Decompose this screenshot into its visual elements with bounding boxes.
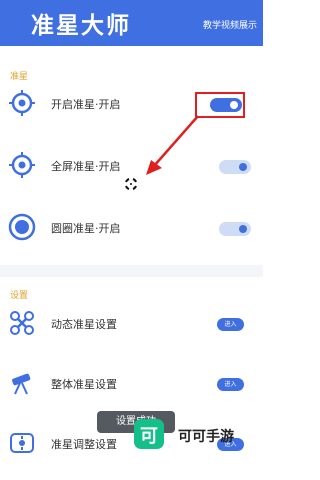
fullscreen-crosshair-toggle[interactable] [219, 160, 251, 174]
row-label: 开启准星·开启 [51, 98, 121, 111]
enter-button-dynamic[interactable]: 进入 [217, 318, 244, 331]
tutorial-video-link[interactable]: 教学视频展示 [203, 18, 257, 31]
watermark-logo-char: 可 [140, 426, 158, 447]
toggle-knob [239, 225, 247, 233]
row-label: 全屏准星·开启 [51, 160, 121, 173]
drone-icon [10, 311, 34, 335]
telescope-icon [12, 373, 31, 395]
target-icon [9, 152, 35, 178]
row-label: 圆圈准星·开启 [51, 222, 121, 235]
circle-target-icon [8, 213, 36, 241]
toggle-knob [239, 163, 247, 171]
circle-crosshair-toggle[interactable] [219, 222, 251, 236]
enter-button-overall[interactable]: 进入 [217, 378, 244, 391]
app-header: 准星大师 教学视频展示 [0, 0, 263, 46]
watermark-text: 可可手游 [178, 429, 234, 445]
target-icon [9, 90, 35, 116]
arrow-annotation-icon [146, 115, 199, 175]
gamepad-icon [10, 433, 34, 453]
crosshair-preview-icon [125, 178, 137, 190]
row-label: 动态准星设置 [51, 318, 117, 331]
row-label: 准星调整设置 [51, 438, 117, 451]
watermark-logo: 可 [134, 419, 164, 449]
row-label: 整体准星设置 [51, 378, 117, 391]
highlight-annotation-box [195, 92, 245, 118]
app-title: 准星大师 [31, 12, 131, 39]
section-divider [0, 265, 263, 277]
